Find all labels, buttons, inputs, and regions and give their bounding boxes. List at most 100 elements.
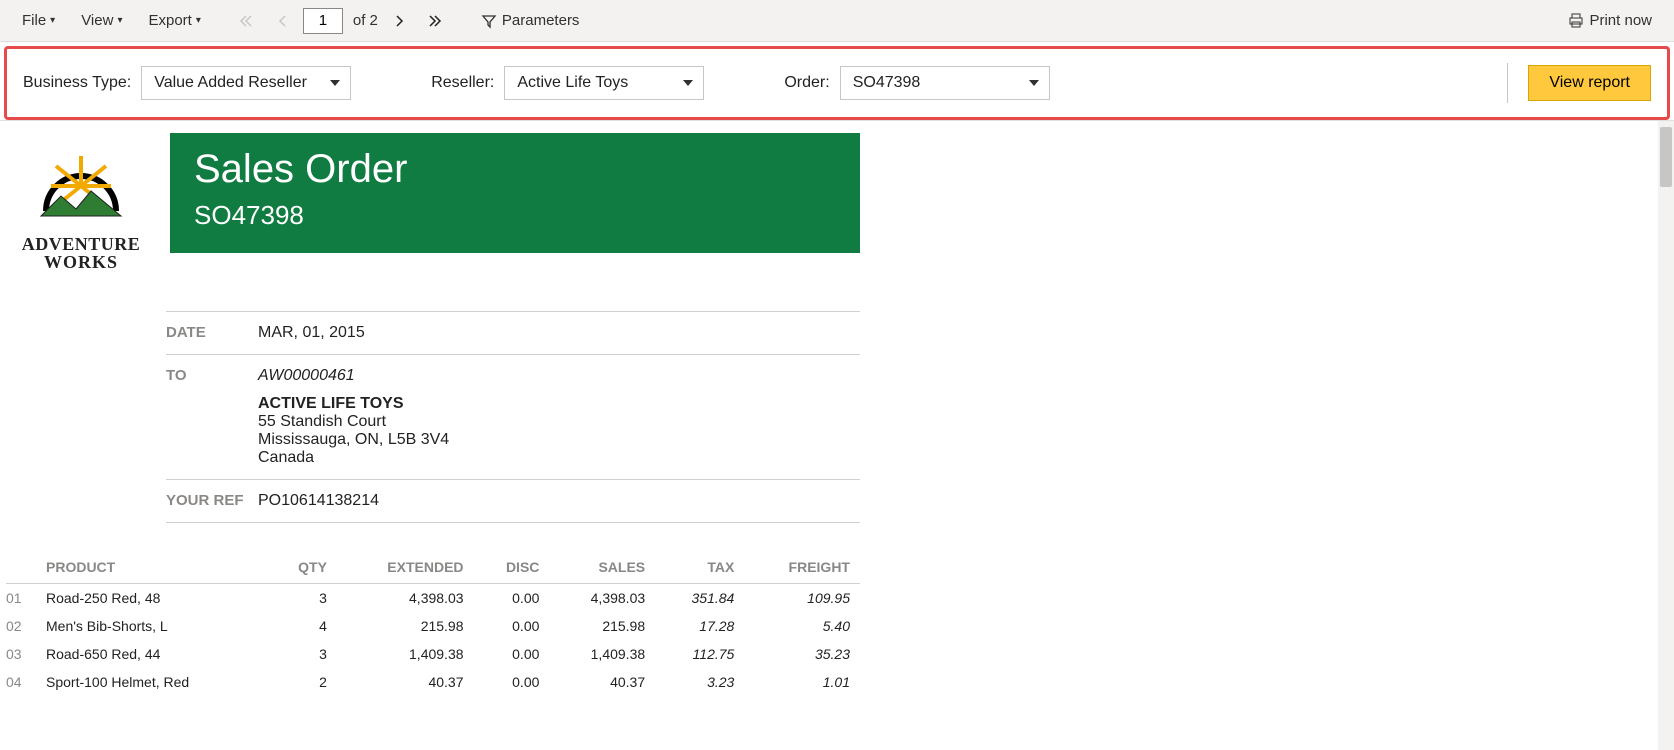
row-freight: 109.95 — [744, 584, 860, 613]
row-tax: 3.23 — [655, 668, 744, 696]
row-extended: 40.37 — [337, 668, 474, 696]
chevron-down-icon: ▾ — [117, 15, 122, 26]
row-disc: 0.00 — [474, 668, 550, 696]
business-type-param: Business Type: Value Added Reseller — [23, 66, 351, 100]
ref-label: YOUR REF — [166, 492, 258, 509]
export-menu-label: Export — [148, 12, 191, 29]
col-qty: QTY — [268, 551, 337, 584]
vertical-scrollbar[interactable] — [1658, 121, 1674, 750]
reseller-param: Reseller: Active Life Toys — [431, 66, 704, 100]
report-toolbar: File ▾ View ▾ Export ▾ of 2 Parameters — [0, 0, 1674, 42]
caret-down-icon — [683, 80, 693, 86]
col-tax: TAX — [655, 551, 744, 584]
to-code: AW00000461 — [258, 367, 449, 385]
filter-icon — [480, 12, 498, 30]
row-index: 01 — [6, 584, 36, 613]
last-page-icon — [426, 12, 444, 30]
row-product: Road-650 Red, 44 — [36, 640, 268, 668]
to-addr2: Mississauga, ON, L5B 3V4 — [258, 431, 449, 449]
row-disc: 0.00 — [474, 640, 550, 668]
next-page-icon — [390, 12, 408, 30]
date-label: DATE — [166, 324, 258, 341]
parameter-panel: Business Type: Value Added Reseller Rese… — [4, 46, 1670, 120]
row-product: Sport-100 Helmet, Red — [36, 668, 268, 696]
row-qty: 3 — [268, 584, 337, 613]
row-product: Road-250 Red, 48 — [36, 584, 268, 613]
reseller-label: Reseller: — [431, 74, 494, 92]
view-menu-label: View — [81, 12, 113, 29]
col-freight: FREIGHT — [744, 551, 860, 584]
to-country: Canada — [258, 449, 449, 467]
prev-page-icon — [273, 12, 291, 30]
row-freight: 1.01 — [744, 668, 860, 696]
view-report-button[interactable]: View report — [1528, 65, 1651, 101]
row-extended: 215.98 — [337, 612, 474, 640]
report-title: Sales Order — [194, 147, 836, 192]
row-disc: 0.00 — [474, 612, 550, 640]
company-logo: ADVENTURE WORKS — [6, 133, 156, 271]
business-type-select[interactable]: Value Added Reseller — [141, 66, 351, 100]
row-sales: 1,409.38 — [549, 640, 655, 668]
next-page-button[interactable] — [384, 8, 414, 34]
last-page-button[interactable] — [420, 8, 450, 34]
parameters-label: Parameters — [502, 12, 580, 29]
logo-text-1: ADVENTURE — [22, 235, 141, 253]
parameters-button[interactable]: Parameters — [470, 8, 590, 34]
order-select[interactable]: SO47398 — [840, 66, 1050, 100]
order-value: SO47398 — [853, 74, 921, 92]
table-row: 03Road-650 Red, 4431,409.380.001,409.381… — [6, 640, 860, 668]
row-sales: 215.98 — [549, 612, 655, 640]
to-label: TO — [166, 367, 258, 384]
order-label: Order: — [784, 74, 829, 92]
report-page: ADVENTURE WORKS Sales Order SO47398 DATE… — [0, 121, 860, 750]
table-row: 02Men's Bib-Shorts, L4215.980.00215.9817… — [6, 612, 860, 640]
print-icon — [1567, 12, 1585, 30]
prev-page-button[interactable] — [267, 8, 297, 34]
row-sales: 40.37 — [549, 668, 655, 696]
report-header-banner: Sales Order SO47398 — [170, 133, 860, 253]
row-qty: 4 — [268, 612, 337, 640]
row-tax: 351.84 — [655, 584, 744, 613]
row-index: 04 — [6, 668, 36, 696]
caret-down-icon — [330, 80, 340, 86]
ref-value: PO10614138214 — [258, 492, 379, 510]
caret-down-icon — [1029, 80, 1039, 86]
table-row: 04Sport-100 Helmet, Red240.370.0040.373.… — [6, 668, 860, 696]
row-product: Men's Bib-Shorts, L — [36, 612, 268, 640]
order-param: Order: SO47398 — [784, 66, 1049, 100]
business-type-label: Business Type: — [23, 74, 131, 92]
export-menu[interactable]: Export ▾ — [138, 8, 210, 33]
row-tax: 112.75 — [655, 640, 744, 668]
row-tax: 17.28 — [655, 612, 744, 640]
date-value: MAR, 01, 2015 — [258, 324, 365, 342]
row-disc: 0.00 — [474, 584, 550, 613]
file-menu[interactable]: File ▾ — [12, 8, 65, 33]
row-freight: 35.23 — [744, 640, 860, 668]
divider — [1507, 63, 1508, 103]
to-addr1: 55 Standish Court — [258, 413, 449, 431]
scrollbar-thumb[interactable] — [1660, 127, 1672, 187]
reseller-select[interactable]: Active Life Toys — [504, 66, 704, 100]
first-page-button[interactable] — [231, 8, 261, 34]
row-freight: 5.40 — [744, 612, 860, 640]
reseller-value: Active Life Toys — [517, 74, 628, 92]
page-number-input[interactable] — [303, 8, 343, 34]
print-now-label: Print now — [1589, 12, 1652, 29]
page-total-label: of 2 — [353, 12, 378, 29]
row-qty: 3 — [268, 640, 337, 668]
col-disc: DISC — [474, 551, 550, 584]
row-index: 02 — [6, 612, 36, 640]
chevron-down-icon: ▾ — [196, 15, 201, 26]
file-menu-label: File — [22, 12, 46, 29]
to-name: ACTIVE LIFE TOYS — [258, 395, 449, 413]
row-index: 03 — [6, 640, 36, 668]
table-row: 01Road-250 Red, 4834,398.030.004,398.033… — [6, 584, 860, 613]
col-sales: SALES — [549, 551, 655, 584]
print-now-button[interactable]: Print now — [1557, 8, 1662, 34]
row-qty: 2 — [268, 668, 337, 696]
table-header-row: PRODUCT QTY EXTENDED DISC SALES TAX FREI… — [6, 551, 860, 584]
order-meta: DATE MAR, 01, 2015 TO AW00000461 ACTIVE … — [166, 311, 860, 523]
report-order-number: SO47398 — [194, 200, 836, 231]
view-menu[interactable]: View ▾ — [71, 8, 132, 33]
row-extended: 4,398.03 — [337, 584, 474, 613]
